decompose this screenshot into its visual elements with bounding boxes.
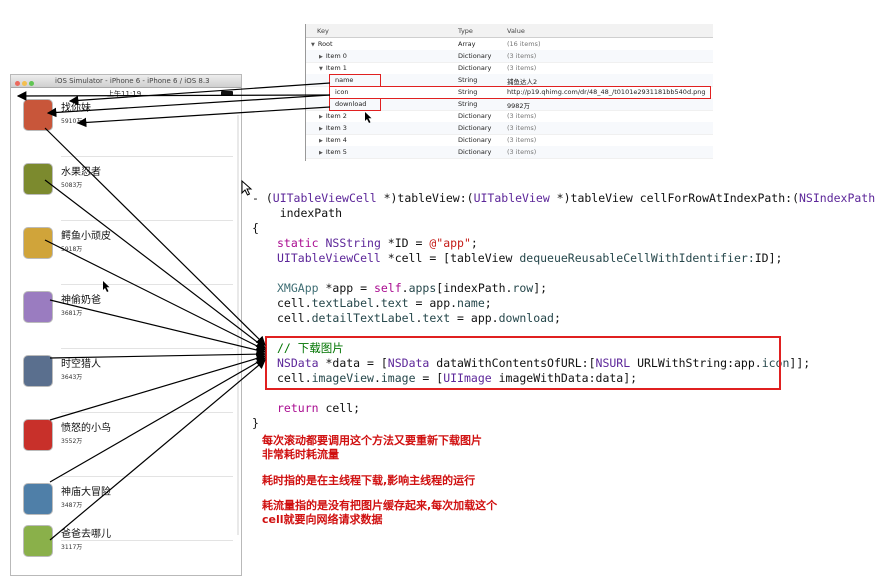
arrow-row-4 (49, 349, 267, 359)
arrow-icon-to-image (46, 94, 331, 118)
arrow-row-0 (44, 127, 266, 346)
annotation-arrows (16, 82, 372, 541)
arrow-row-6 (49, 357, 267, 483)
arrow-icon-to-edge (16, 91, 331, 101)
mouse-cursor-icon (103, 281, 110, 292)
arrow-row-7 (49, 359, 266, 541)
arrow-row-2 (44, 239, 267, 351)
arrow-row-1 (44, 179, 266, 349)
arrow-row-3 (49, 299, 267, 355)
mouse-cursor-icon (365, 112, 372, 123)
arrow-row-5 (49, 353, 267, 421)
arrow-name-to-label (68, 82, 331, 106)
mouse-cursor-icon (241, 179, 253, 196)
arrow-download-to-detail (76, 106, 331, 128)
